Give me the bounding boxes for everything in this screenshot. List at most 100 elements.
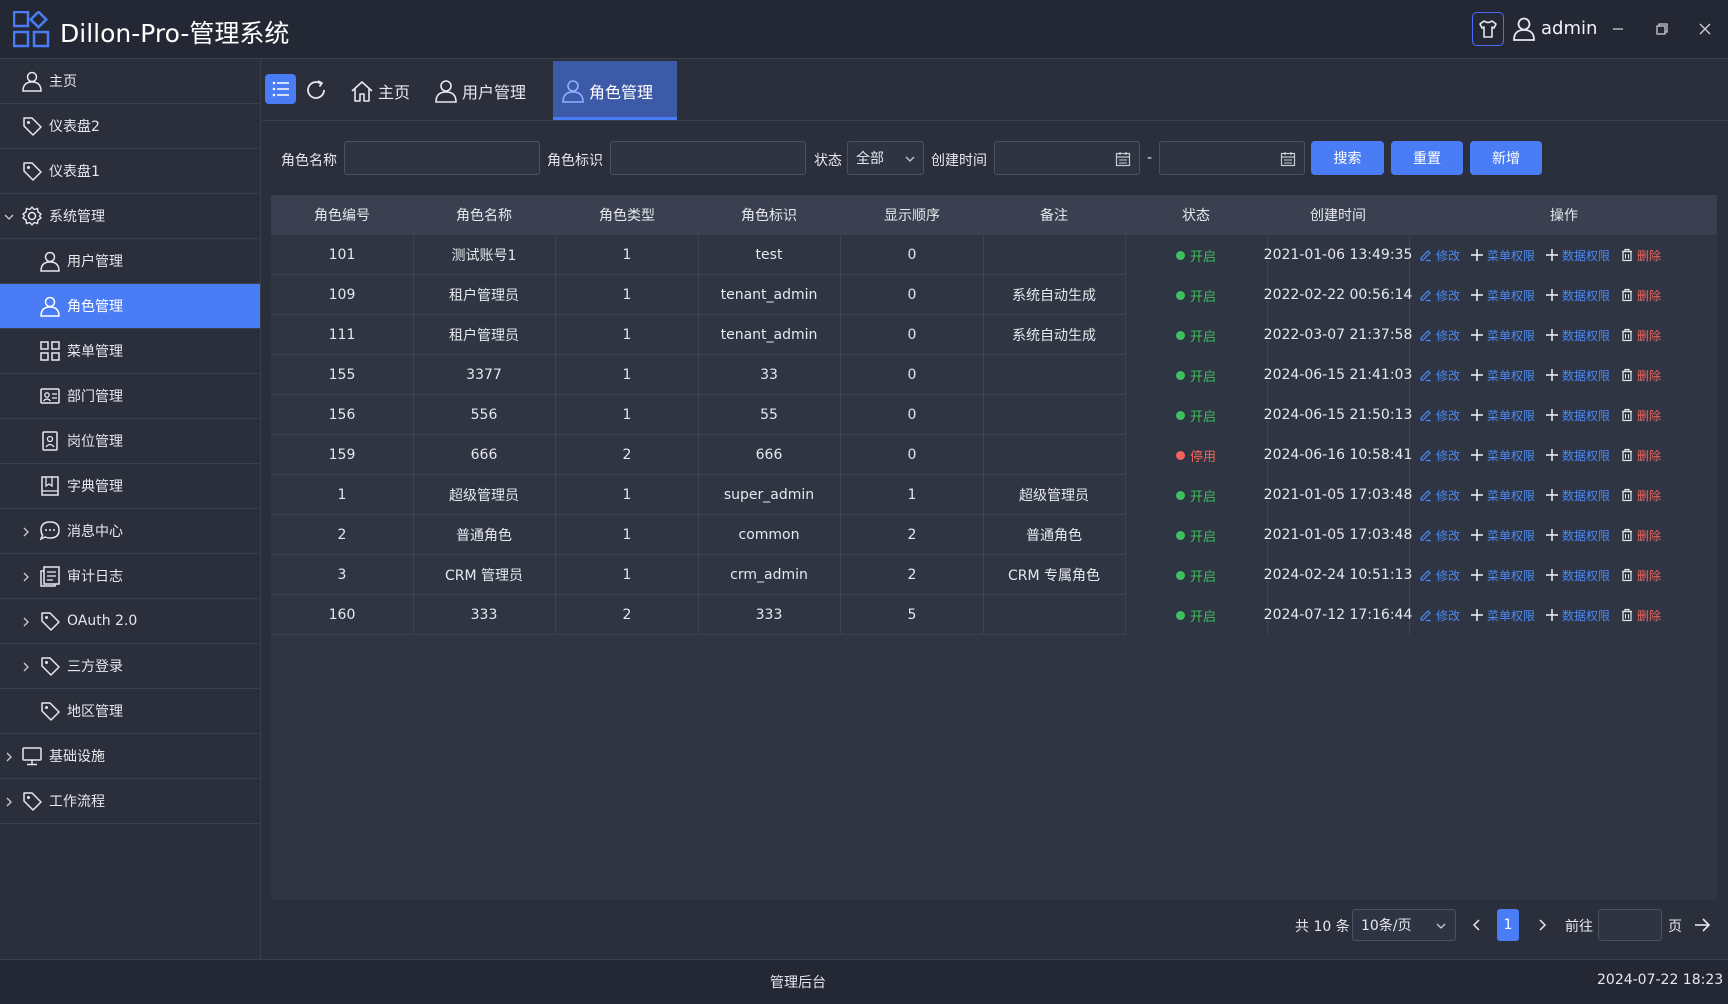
sidebar-item-posts[interactable]: 岗位管理 [0,419,260,464]
sidebar-item-system[interactable]: 系统管理 [0,194,260,239]
data-permission-button-label: 数据权限 [1562,528,1611,543]
table-cell-created: 2024-06-15 21:41:03 [1263,367,1413,383]
data-permission-button[interactable]: 数据权限 [1545,247,1610,264]
edit-button[interactable]: 修改 [1419,487,1460,504]
data-permission-button[interactable]: 数据权限 [1545,607,1610,624]
sidebar-item-third-party-login[interactable]: 三方登录 [0,644,260,689]
status-select[interactable]: 全部 [847,141,924,175]
sidebar-item-departments[interactable]: 部门管理 [0,374,260,419]
table-row[interactable]: 155 3377 1 33 0 开启 2024-06-15 21:41:03 修改 菜单权限 数据… [271,355,1717,395]
edit-button[interactable]: 修改 [1419,447,1460,464]
edit-button[interactable]: 修改 [1419,327,1460,344]
data-permission-button[interactable]: 数据权限 [1545,407,1610,424]
table-cell-type: 1 [622,327,632,343]
data-permission-button[interactable]: 数据权限 [1545,527,1610,544]
goto-page-button[interactable] [1692,915,1712,935]
end-date-picker[interactable] [1159,141,1305,175]
username[interactable]: admin [1541,18,1597,39]
close-button[interactable] [1694,18,1716,40]
sidebar-item-dashboard2[interactable]: 仪表盘2 [0,104,260,149]
sidebar-item-roles[interactable]: 角色管理 [0,284,260,329]
edit-button[interactable]: 修改 [1419,407,1460,424]
data-permission-button[interactable]: 数据权限 [1545,567,1610,584]
menu-permission-button[interactable]: 菜单权限 [1470,247,1535,264]
table-row[interactable]: 2 普通角色 1 common 2 普通角色 开启 2021-01-05 17:03:48 修改… [271,515,1717,555]
delete-button[interactable]: 删除 [1620,247,1661,264]
theme-button[interactable] [1472,12,1504,46]
data-permission-button[interactable]: 数据权限 [1545,327,1610,344]
user-avatar-icon[interactable] [1512,16,1536,42]
delete-button[interactable]: 删除 [1620,607,1661,624]
table-row[interactable]: 1 超级管理员 1 super_admin 1 超级管理员 开启 2021-01-05 17:… [271,475,1717,515]
data-permission-button-label: 数据权限 [1562,488,1611,503]
prev-page-button[interactable] [1467,915,1487,935]
sidebar-item-home[interactable]: 主页 [0,59,260,104]
table-row[interactable]: 111 租户管理员 1 tenant_admin 0 系统自动生成 开启 2022-03-07… [271,315,1717,355]
collapse-sidebar-button[interactable] [265,74,296,104]
search-button[interactable]: 搜索 [1311,141,1384,175]
data-permission-button-label: 数据权限 [1562,408,1611,423]
menu-permission-button[interactable]: 菜单权限 [1470,487,1535,504]
sidebar-item-audit-log[interactable]: 审计日志 [0,554,260,599]
menu-permission-button[interactable]: 菜单权限 [1470,287,1535,304]
delete-button[interactable]: 删除 [1620,487,1661,504]
delete-button[interactable]: 删除 [1620,367,1661,384]
sidebar-item-menus[interactable]: 菜单管理 [0,329,260,374]
table-row[interactable]: 109 租户管理员 1 tenant_admin 0 系统自动生成 开启 2022-02-22… [271,275,1717,315]
table-row[interactable]: 156 556 1 55 0 开启 2024-06-15 21:50:13 修改 菜单权限 数据权… [271,395,1717,435]
edit-button[interactable]: 修改 [1419,607,1460,624]
data-permission-button[interactable]: 数据权限 [1545,367,1610,384]
restore-button[interactable] [1651,18,1673,40]
sidebar-item-regions[interactable]: 地区管理 [0,689,260,734]
sidebar-item-oauth[interactable]: OAuth 2.0 [0,599,260,644]
menu-permission-button[interactable]: 菜单权限 [1470,367,1535,384]
delete-button[interactable]: 删除 [1620,447,1661,464]
table-row[interactable]: 159 666 2 666 0 停用 2024-06-16 10:58:41 修改 菜单权限 数据… [271,435,1717,475]
menu-permission-button[interactable]: 菜单权限 [1470,527,1535,544]
page-number-current[interactable]: 1 [1497,909,1519,941]
sidebar-item-messages[interactable]: 消息中心 [0,509,260,554]
menu-permission-button[interactable]: 菜单权限 [1470,407,1535,424]
menu-permission-button[interactable]: 菜单权限 [1470,607,1535,624]
goto-page-input[interactable] [1598,909,1662,941]
start-date-picker[interactable] [994,141,1140,175]
delete-button[interactable]: 删除 [1620,287,1661,304]
sidebar-item-dashboard1[interactable]: 仪表盘1 [0,149,260,194]
tab-home[interactable]: 主页 [346,61,414,120]
data-permission-button[interactable]: 数据权限 [1545,447,1610,464]
edit-button[interactable]: 修改 [1419,527,1460,544]
role-key-input[interactable] [610,141,806,175]
table-cell-name: 666 [470,447,498,463]
delete-button[interactable]: 删除 [1620,327,1661,344]
menu-permission-button[interactable]: 菜单权限 [1470,327,1535,344]
data-permission-button[interactable]: 数据权限 [1545,287,1610,304]
delete-button[interactable]: 删除 [1620,527,1661,544]
add-button[interactable]: 新增 [1470,141,1542,175]
edit-button[interactable]: 修改 [1419,287,1460,304]
next-page-button[interactable] [1532,915,1552,935]
tab-roles[interactable]: 角色管理 [553,61,677,120]
table-row[interactable]: 3 CRM 管理员 1 crm_admin 2 CRM 专属角色 开启 2024-02-24 … [271,555,1717,595]
edit-button[interactable]: 修改 [1419,367,1460,384]
delete-button[interactable]: 删除 [1620,407,1661,424]
table-row[interactable]: 160 333 2 333 5 开启 2024-07-12 17:16:44 修改 菜单权限 数据… [271,595,1717,635]
data-permission-button[interactable]: 数据权限 [1545,487,1610,504]
edit-button[interactable]: 修改 [1419,567,1460,584]
edit-button[interactable]: 修改 [1419,247,1460,264]
sidebar-item-users[interactable]: 用户管理 [0,239,260,284]
minimize-button[interactable] [1607,18,1629,40]
refresh-button[interactable] [304,78,328,102]
table-row[interactable]: 101 测试账号1 1 test 0 开启 2021-01-06 13:49:35 修改 菜单权… [271,235,1717,275]
menu-permission-button[interactable]: 菜单权限 [1470,447,1535,464]
page-size-select[interactable]: 10条/页 [1352,909,1456,941]
sidebar-item-dictionary[interactable]: 字典管理 [0,464,260,509]
reset-button[interactable]: 重置 [1391,141,1463,175]
table-cell-type: 1 [622,367,632,383]
sidebar-item-infrastructure[interactable]: 基础设施 [0,734,260,779]
delete-button[interactable]: 删除 [1620,567,1661,584]
table-cell-actions: 修改 菜单权限 数据权限 删除 [1419,315,1671,355]
tab-users[interactable]: 用户管理 [430,61,530,120]
role-name-input[interactable] [344,141,540,175]
menu-permission-button[interactable]: 菜单权限 [1470,567,1535,584]
sidebar-item-workflow[interactable]: 工作流程 [0,779,260,824]
